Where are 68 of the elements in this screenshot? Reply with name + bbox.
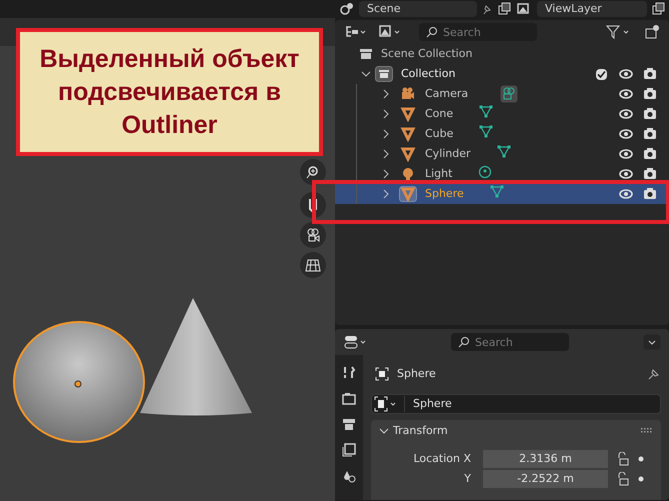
object-name: Sphere	[397, 366, 436, 382]
checkbox[interactable]	[596, 68, 607, 80]
camera-icon[interactable]	[643, 87, 657, 101]
keyframe-dot-icon	[638, 476, 644, 482]
number-field[interactable]: -2.2522 m	[483, 470, 608, 488]
outliner-item[interactable]: Sphere	[425, 186, 464, 202]
outliner-item[interactable]: Cylinder	[425, 146, 471, 162]
lock-icon[interactable]	[616, 452, 630, 466]
camera-icon[interactable]	[643, 187, 657, 201]
eye-icon[interactable]	[619, 148, 633, 160]
number-field[interactable]: 2.3136 m	[483, 450, 608, 468]
zoom-button[interactable]	[300, 159, 326, 185]
eye-icon[interactable]	[619, 108, 633, 120]
field-label: Y	[464, 472, 471, 485]
collection-box-icon	[359, 48, 373, 60]
pin-icon[interactable]	[647, 367, 661, 381]
outliner-item[interactable]: Scene Collection	[381, 46, 472, 62]
camera-icon[interactable]	[643, 167, 657, 181]
render-icon[interactable]	[342, 391, 356, 405]
keyframe-dot-icon	[638, 456, 644, 462]
search-icon	[458, 336, 470, 348]
callout-text: Выделенный объект подсвечивается в Outliner	[38, 44, 300, 140]
search-field[interactable]: Search	[419, 23, 537, 41]
camera-icon[interactable]	[643, 147, 657, 161]
scene-field[interactable]: Scene	[359, 1, 477, 17]
mesh-object-icon	[399, 126, 417, 142]
pin-icon	[481, 3, 493, 15]
object-icon	[372, 396, 405, 412]
chevron-icon[interactable]	[361, 69, 371, 79]
eye-icon[interactable]	[619, 128, 633, 140]
object-icon	[375, 367, 389, 381]
view-layer-field[interactable]: ViewLayer	[537, 1, 647, 17]
new-collection-icon	[643, 24, 661, 40]
scene-icon	[339, 2, 355, 16]
search-field[interactable]: Search	[451, 333, 569, 351]
copy-icon	[651, 2, 665, 16]
object-camera-icon	[399, 86, 417, 102]
camera-icon[interactable]	[643, 127, 657, 141]
outliner-item[interactable]: Camera	[425, 86, 468, 102]
outliner-item[interactable]: Cube	[425, 126, 454, 142]
search-icon	[426, 26, 438, 38]
collection-box-icon	[375, 66, 393, 82]
image-stack-icon[interactable]	[342, 443, 356, 457]
eye-icon[interactable]	[619, 88, 633, 100]
mesh-object-icon	[399, 146, 417, 162]
drag-handle-icon	[641, 428, 653, 434]
outliner-item[interactable]: Cone	[425, 106, 454, 122]
dropdown-icon	[643, 334, 661, 350]
outliner-item[interactable]: Light	[425, 166, 452, 182]
camera-button[interactable]	[300, 222, 326, 248]
mesh-object-icon	[399, 106, 417, 122]
copy-icon	[497, 2, 511, 16]
camera-data-icon	[500, 85, 518, 103]
camera-icon[interactable]	[643, 67, 657, 81]
outliner-item[interactable]: Collection	[401, 66, 456, 82]
eye-icon[interactable]	[619, 68, 633, 80]
tool-icon[interactable]	[342, 365, 356, 379]
eye-icon[interactable]	[619, 168, 633, 180]
output-icon[interactable]	[342, 417, 356, 431]
object-name-field[interactable]: Sphere	[371, 394, 661, 414]
lock-icon[interactable]	[616, 472, 630, 486]
chevron-icon[interactable]	[379, 426, 389, 436]
field-label: Location X	[413, 452, 471, 465]
panel-title[interactable]: Transform	[393, 422, 448, 440]
camera-icon[interactable]	[643, 107, 657, 121]
mesh-object-icon	[399, 186, 417, 202]
grid-button[interactable]	[300, 252, 326, 278]
eye-icon[interactable]	[619, 188, 633, 200]
